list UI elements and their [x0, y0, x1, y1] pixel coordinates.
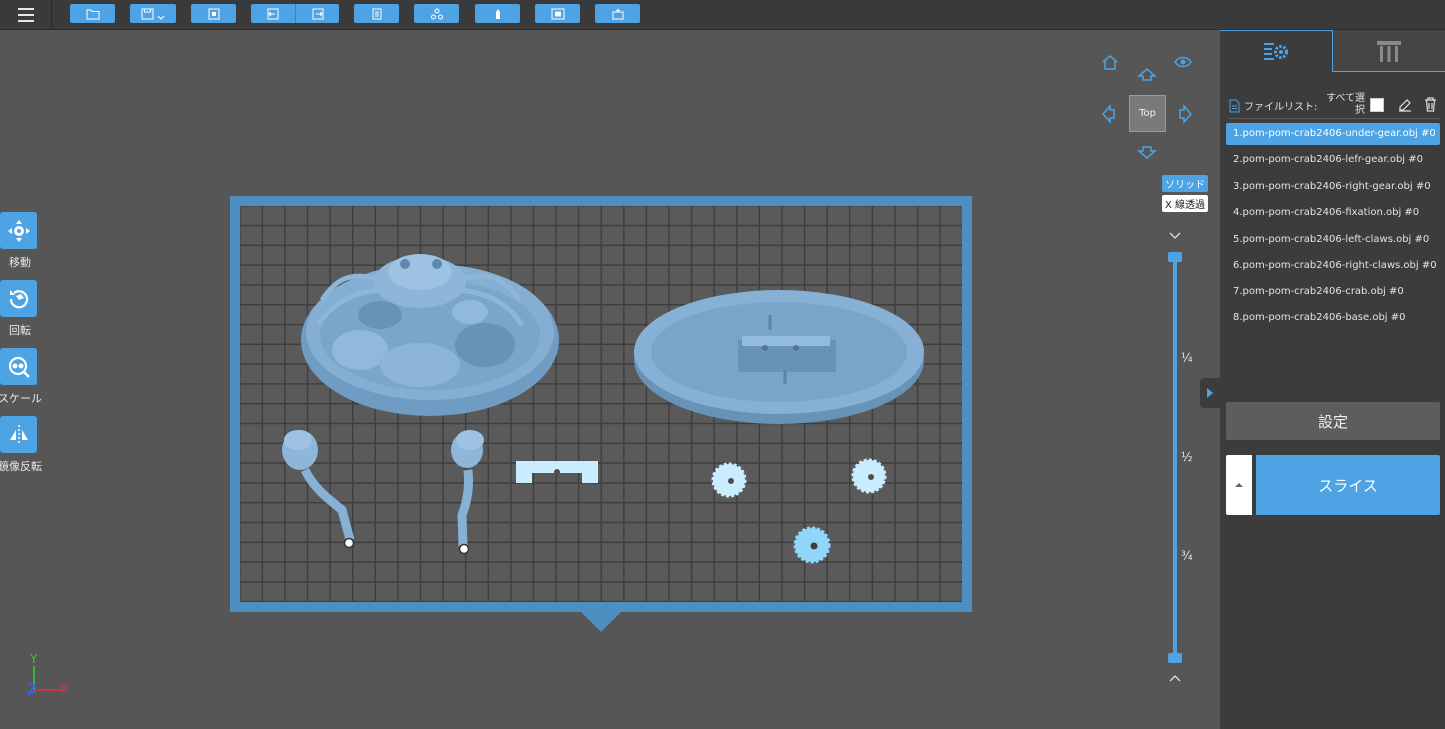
edit-icon[interactable] — [1398, 98, 1412, 112]
axis-y-label: Y — [29, 652, 38, 666]
slider-mark-half: ½ — [1181, 450, 1193, 464]
file-list-item[interactable]: 1.pom-pom-crab2406-under-gear.obj #0 — [1226, 123, 1440, 145]
home-view-icon[interactable] — [1100, 52, 1120, 72]
move-tool[interactable]: 移動 — [0, 212, 40, 270]
tab-support-settings[interactable] — [1333, 30, 1445, 72]
chevron-down-icon[interactable] — [1168, 229, 1182, 241]
scale-label: スケール — [0, 392, 42, 405]
layer-slider-track[interactable] — [1173, 257, 1177, 659]
add-icon — [612, 8, 623, 19]
right-panel: ファイルリスト: すべて選択 1.pom-pom-crab2406-under-… — [1200, 30, 1445, 729]
move-icon — [0, 212, 37, 249]
import-button[interactable] — [251, 4, 295, 23]
eye-icon[interactable] — [1173, 54, 1193, 70]
chevron-up-icon[interactable] — [1168, 673, 1182, 685]
settings-button[interactable]: 設定 — [1226, 402, 1440, 440]
select-all-checkbox[interactable] — [1370, 98, 1384, 112]
caret-up-icon — [1235, 483, 1243, 487]
import-export-group — [251, 4, 339, 23]
axis-x-label: X — [60, 682, 68, 696]
group-icon — [430, 8, 443, 19]
tab-model-settings[interactable] — [1220, 30, 1333, 72]
layer-slider-bottom-handle[interactable] — [1168, 653, 1182, 663]
move-label: 移動 — [9, 256, 31, 269]
slicer-app: 移動 回転 スケール 鏡像反転 Top ソリッド X 線透過 ¼ ½ ¾ Y Z… — [0, 0, 1445, 729]
mirror-tool[interactable]: 鏡像反転 — [0, 416, 42, 474]
add-part-button[interactable] — [595, 4, 640, 23]
save-icon — [141, 8, 154, 19]
save-button[interactable] — [130, 4, 176, 23]
slider-mark-three-quarter: ¾ — [1181, 549, 1193, 563]
menu-icon[interactable] — [0, 0, 52, 30]
export-icon — [312, 8, 323, 19]
support-icon — [495, 8, 500, 19]
view-right-arrow-icon[interactable] — [1178, 104, 1194, 124]
layer-slider-top-handle[interactable] — [1168, 252, 1182, 262]
top-toolbar — [0, 0, 1445, 30]
axis-z-label: Z — [28, 682, 36, 696]
open-file-button[interactable] — [70, 4, 115, 23]
view-cube-top[interactable]: Top — [1129, 95, 1166, 132]
fit-icon — [208, 8, 219, 19]
rotate-label: 回転 — [9, 324, 31, 337]
export-button[interactable] — [295, 4, 339, 23]
scale-icon — [0, 348, 37, 385]
list-button[interactable] — [354, 4, 399, 23]
hollow-button[interactable] — [535, 4, 580, 23]
solid-mode-button[interactable]: ソリッド — [1162, 175, 1208, 192]
rotate-icon — [0, 280, 37, 317]
slice-options-button[interactable] — [1226, 455, 1252, 515]
view-left-arrow-icon[interactable] — [1100, 104, 1116, 124]
file-list-item[interactable]: 5.pom-pom-crab2406-left-claws.obj #0 — [1226, 229, 1440, 251]
file-list-item[interactable]: 4.pom-pom-crab2406-fixation.obj #0 — [1226, 202, 1440, 224]
file-list-header: ファイルリスト: すべて選択 — [1228, 93, 1440, 119]
support-button[interactable] — [475, 4, 520, 23]
rotate-tool[interactable]: 回転 — [0, 280, 40, 338]
mirror-label: 鏡像反転 — [0, 460, 42, 473]
file-list-item[interactable]: 2.pom-pom-crab2406-lefr-gear.obj #0 — [1226, 149, 1440, 171]
file-list-item[interactable]: 7.pom-pom-crab2406-crab.obj #0 — [1226, 281, 1440, 303]
folder-icon — [86, 9, 99, 19]
frame-icon — [551, 8, 564, 19]
slider-mark-quarter: ¼ — [1181, 351, 1193, 365]
fit-view-button[interactable] — [191, 4, 236, 23]
support-pillars-icon — [1377, 40, 1401, 62]
file-list-item[interactable]: 6.pom-pom-crab2406-right-claws.obj #0 — [1226, 255, 1440, 277]
file-list-title: ファイルリスト: — [1244, 102, 1318, 113]
view-down-arrow-icon[interactable] — [1137, 145, 1157, 161]
settings-list-icon — [1264, 42, 1288, 60]
chevron-right-icon — [1207, 388, 1213, 398]
scale-tool[interactable]: スケール — [0, 348, 42, 406]
trash-icon[interactable] — [1424, 97, 1437, 112]
select-all-label: すべて選択 — [1326, 93, 1365, 116]
plate-front-marker — [581, 612, 621, 632]
build-plate-grid — [240, 206, 962, 602]
build-plate[interactable] — [230, 196, 972, 612]
file-list-item[interactable]: 3.pom-pom-crab2406-right-gear.obj #0 — [1226, 176, 1440, 198]
mirror-icon — [0, 416, 37, 453]
file-icon — [1229, 99, 1240, 112]
file-list-item[interactable]: 8.pom-pom-crab2406-base.obj #0 — [1226, 307, 1440, 329]
list-icon — [372, 8, 381, 19]
panel-collapse-toggle[interactable] — [1200, 378, 1220, 408]
arrange-button[interactable] — [414, 4, 459, 23]
chevron-down-icon — [157, 15, 165, 20]
view-up-arrow-icon[interactable] — [1137, 66, 1157, 82]
axis-gizmo: Y Z X — [27, 652, 68, 696]
xray-mode-button[interactable]: X 線透過 — [1162, 195, 1208, 212]
import-icon — [267, 8, 279, 19]
slice-button[interactable]: スライス — [1256, 455, 1440, 515]
